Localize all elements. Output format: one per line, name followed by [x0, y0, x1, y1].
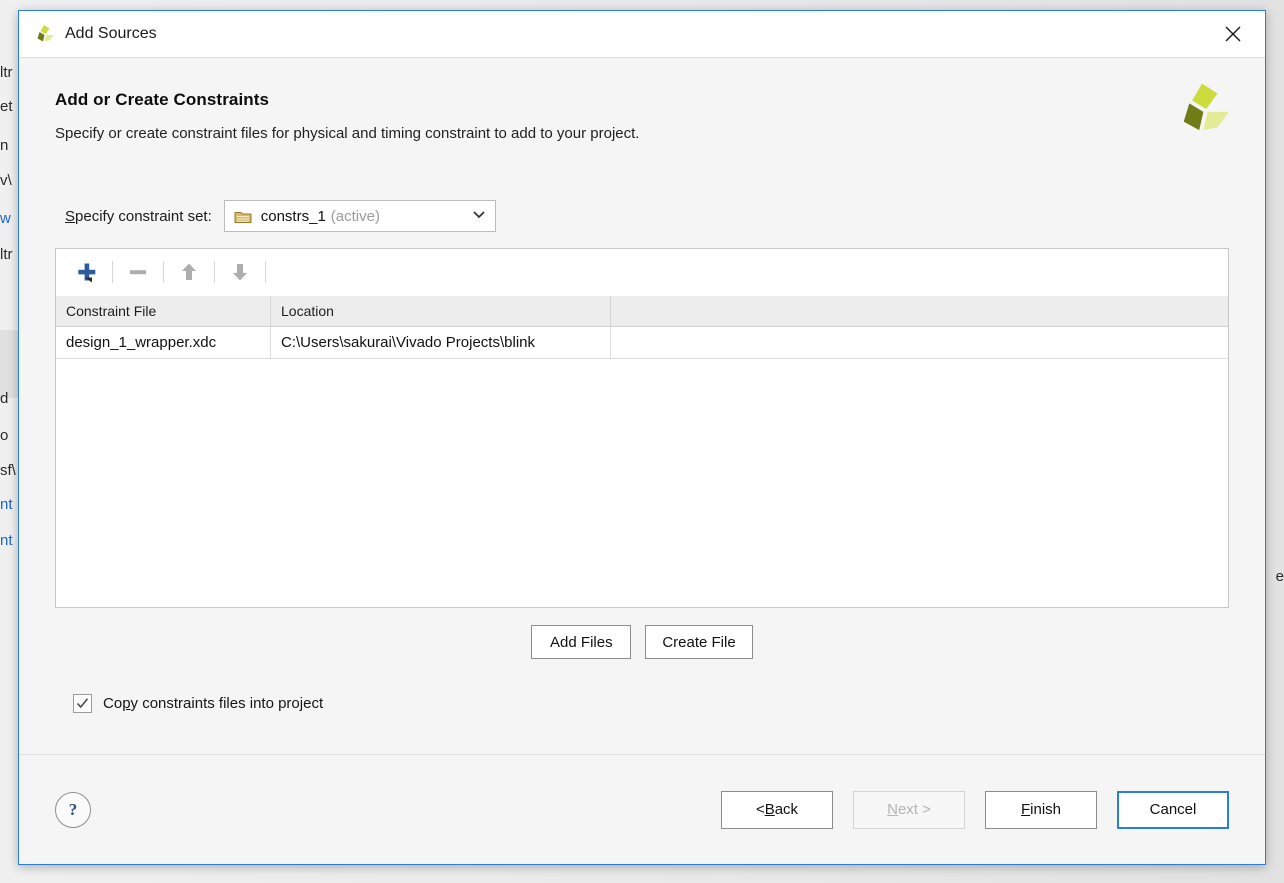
- button-label: ext >: [898, 801, 931, 818]
- move-up-button[interactable]: [168, 255, 210, 289]
- cell-constraint-file: design_1_wrapper.xdc: [56, 327, 271, 358]
- copy-constraints-checkbox[interactable]: [73, 694, 92, 713]
- constraint-set-active-tag: (active): [331, 208, 380, 225]
- remove-sources-button[interactable]: [117, 255, 159, 289]
- question-mark-icon[interactable]: ?: [55, 792, 91, 828]
- background-text-fragment: et: [0, 98, 13, 115]
- button-label-mnemonic: B: [765, 801, 775, 818]
- arrow-down-icon: [228, 260, 252, 284]
- dialog-title: Add Sources: [65, 25, 1211, 43]
- background-text-fragment: o: [0, 427, 8, 444]
- back-button[interactable]: < Back: [721, 791, 833, 829]
- cell-location: C:\Users\sakurai\Vivado Projects\blink: [271, 327, 611, 358]
- copy-constraints-label[interactable]: Copy constraints files into project: [103, 695, 323, 712]
- constraint-files-table-body: design_1_wrapper.xdcC:\Users\sakurai\Viv…: [56, 327, 1228, 359]
- constraint-set-label: Specify constraint set:: [65, 208, 212, 225]
- background-text-fragment: v\: [0, 172, 12, 189]
- move-down-button[interactable]: [219, 255, 261, 289]
- button-label-mnemonic: F: [1021, 801, 1030, 818]
- constraint-set-row: Specify constraint set: constrs_1 (activ…: [55, 200, 1229, 232]
- background-text-fragment: ltr: [0, 246, 13, 263]
- dialog-footer: ? < Back Next > Finish Cancel: [19, 754, 1265, 864]
- cell-filler: [611, 327, 1228, 358]
- copy-label-post: y constraints files into project: [131, 695, 324, 712]
- column-header-location[interactable]: Location: [271, 296, 611, 326]
- button-label-pre: <: [756, 801, 765, 818]
- cancel-button[interactable]: Cancel: [1117, 791, 1229, 829]
- add-sources-dialog: Add Sources Add or Create Constraints Sp…: [18, 10, 1266, 865]
- constraint-set-label-rest: pecify constraint set:: [75, 208, 212, 225]
- xilinx-corner-logo-icon: [1171, 80, 1233, 138]
- button-label: ack: [775, 801, 798, 818]
- dialog-titlebar: Add Sources: [19, 11, 1265, 58]
- background-text-fragment: nt: [0, 532, 13, 549]
- add-files-button[interactable]: Add Files: [531, 625, 631, 659]
- xilinx-logo-icon: [33, 24, 55, 44]
- background-text-fragment: e: [1276, 568, 1284, 585]
- file-action-buttons: Add Files Create File: [55, 625, 1229, 659]
- copy-label-mnemonic: p: [122, 695, 130, 712]
- background-text-fragment: n: [0, 137, 8, 154]
- background-text-fragment: ltr: [0, 64, 13, 81]
- button-label: Cancel: [1150, 801, 1197, 818]
- finish-button[interactable]: Finish: [985, 791, 1097, 829]
- create-file-button[interactable]: Create File: [645, 625, 752, 659]
- toolbar-separator: [214, 261, 215, 283]
- page-header: Add or Create Constraints Specify or cre…: [55, 58, 1229, 142]
- background-text-fragment: sf\: [0, 462, 16, 479]
- checkmark-icon: [76, 697, 89, 710]
- add-sources-button[interactable]: [66, 255, 108, 289]
- copy-label-pre: Co: [103, 695, 122, 712]
- constraint-files-table-header: Constraint File Location: [56, 296, 1228, 327]
- constraint-files-toolbar: [56, 249, 1228, 296]
- close-icon[interactable]: [1211, 14, 1255, 54]
- dialog-body: Add or Create Constraints Specify or cre…: [19, 58, 1265, 754]
- button-label-mnemonic: N: [887, 801, 898, 818]
- arrow-up-icon: [177, 260, 201, 284]
- page-subtitle: Specify or create constraint files for p…: [55, 125, 1229, 142]
- constraint-set-value: constrs_1: [261, 208, 326, 225]
- column-header-filler: [611, 296, 1228, 326]
- page-title: Add or Create Constraints: [55, 90, 1229, 110]
- constraint-files-empty-area: [56, 359, 1228, 607]
- constraint-files-panel: Constraint File Location design_1_wrappe…: [55, 248, 1229, 608]
- constraint-set-dropdown[interactable]: constrs_1 (active): [224, 200, 496, 232]
- toolbar-separator: [163, 261, 164, 283]
- minus-icon: [126, 260, 150, 284]
- toolbar-separator: [265, 261, 266, 283]
- button-label: inish: [1030, 801, 1061, 818]
- chevron-down-icon: [471, 206, 487, 226]
- constraint-set-label-mnemonic: S: [65, 208, 75, 225]
- table-row[interactable]: design_1_wrapper.xdcC:\Users\sakurai\Viv…: [56, 327, 1228, 359]
- next-button: Next >: [853, 791, 965, 829]
- copy-constraints-row: Copy constraints files into project: [55, 694, 1229, 713]
- background-text-fragment: d: [0, 390, 8, 407]
- constraints-folder-icon: [234, 209, 252, 224]
- wizard-navigation-buttons: < Back Next > Finish Cancel: [721, 791, 1229, 829]
- background-text-fragment: w: [0, 210, 11, 227]
- column-header-constraint-file[interactable]: Constraint File: [56, 296, 271, 326]
- background-text-fragment: nt: [0, 496, 13, 513]
- toolbar-separator: [112, 261, 113, 283]
